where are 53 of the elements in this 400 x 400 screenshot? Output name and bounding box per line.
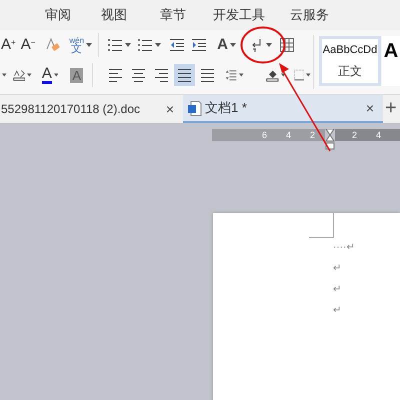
increase-indent-icon[interactable] xyxy=(191,37,208,53)
caret-icon[interactable] xyxy=(27,73,32,77)
shrink-font-button[interactable]: A$^{−}$ xyxy=(20,36,36,54)
close-button[interactable]: × xyxy=(366,98,374,118)
caret-icon[interactable] xyxy=(230,43,236,47)
style-preview[interactable]: AaBbCcDd 正文 xyxy=(319,36,381,86)
caret-icon[interactable] xyxy=(266,43,272,47)
menu-tab[interactable]: 审阅 xyxy=(45,5,71,25)
document-icon xyxy=(188,100,202,116)
justify-icon xyxy=(176,67,192,83)
ruler-number: 4 xyxy=(286,129,291,141)
distributed-icon xyxy=(200,67,215,83)
grow-font-button[interactable]: A$^{+}$ xyxy=(1,36,16,54)
ruler-number: 6 xyxy=(262,129,267,141)
phonetic-guide-button[interactable]: wén 文 xyxy=(69,36,84,54)
new-tab-button[interactable]: + xyxy=(385,95,397,123)
paragraph-mark: ····↵ xyxy=(333,241,356,255)
menu-tab[interactable]: 开发工具 xyxy=(213,5,265,25)
caret-icon[interactable] xyxy=(306,73,311,77)
ruler-number: 4 xyxy=(376,129,382,141)
margin-corner-icon xyxy=(309,213,334,238)
text-effect-button[interactable]: A xyxy=(217,34,228,56)
table-icon[interactable] xyxy=(280,38,294,52)
bulleted-list-icon[interactable] xyxy=(107,37,124,53)
style-preview[interactable]: A xyxy=(382,36,400,86)
borders-icon[interactable] xyxy=(294,68,304,82)
caret-icon[interactable] xyxy=(54,73,58,77)
close-button[interactable]: × xyxy=(166,98,174,120)
indent-marker-icon[interactable] xyxy=(325,129,335,151)
menu-tab[interactable]: 云服务 xyxy=(290,5,329,25)
paragraph-mark: ↵ xyxy=(333,283,342,297)
annotation-ellipse xyxy=(240,26,286,64)
alignment-button[interactable] xyxy=(174,64,195,86)
caret-icon[interactable] xyxy=(125,43,132,47)
numbered-list-icon[interactable] xyxy=(137,37,154,53)
menu-tab[interactable]: 视图 xyxy=(101,5,127,25)
align-right-icon xyxy=(154,67,169,83)
document-tab[interactable]: 552981120170118 (2).doc × xyxy=(0,95,183,123)
caret-icon[interactable] xyxy=(2,73,7,77)
paragraph-mark: ↵ xyxy=(333,304,342,318)
document-tab[interactable]: 文档1 * × xyxy=(183,95,383,123)
paragraph-mark: ↵ xyxy=(333,262,342,276)
align-left-icon xyxy=(108,67,123,83)
caret-icon[interactable] xyxy=(239,73,244,77)
menu-tab[interactable]: 章节 xyxy=(160,5,186,25)
ruler-number: 2 xyxy=(310,129,315,141)
decrease-indent-icon[interactable] xyxy=(169,37,186,53)
caret-icon[interactable] xyxy=(86,43,92,47)
font-color-button[interactable]: A xyxy=(42,66,52,84)
align-center-icon xyxy=(130,67,146,83)
ruler-number: 2 xyxy=(352,129,358,141)
clear-format-icon[interactable] xyxy=(45,37,62,53)
caret-icon[interactable] xyxy=(155,43,162,47)
